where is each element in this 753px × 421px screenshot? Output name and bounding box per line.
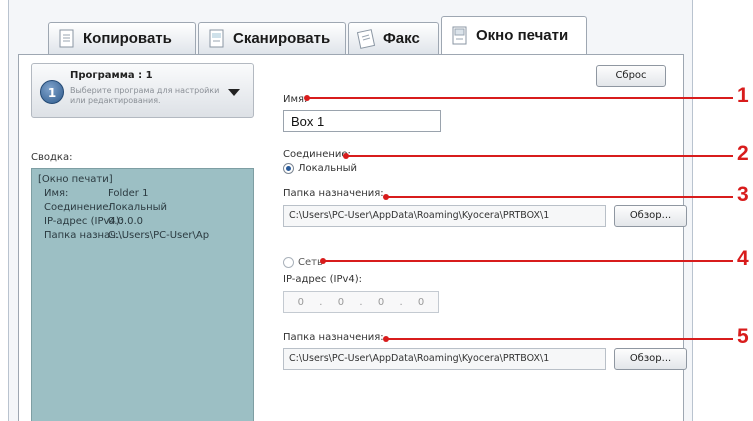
ip-address-label: IP-адрес (IPv4): xyxy=(283,274,363,285)
program-number-badge: 1 xyxy=(40,80,64,104)
summary-row: Соединение: Локальный xyxy=(38,201,247,215)
scan-icon xyxy=(207,28,227,50)
tab-copy-label: Копировать xyxy=(83,30,172,47)
fax-icon xyxy=(357,28,377,50)
callout-number-2: 2 xyxy=(737,142,749,165)
connection-label: Соединение: xyxy=(283,149,351,160)
tab-scan[interactable]: Сканировать xyxy=(198,22,346,54)
network-radio[interactable]: Сеть xyxy=(283,257,323,268)
callout-line-2 xyxy=(343,153,733,159)
summary-header: [Окно печати] xyxy=(38,174,113,185)
radio-unselected-icon[interactable] xyxy=(283,257,294,268)
summary-value: 0.0.0.0 xyxy=(108,216,143,227)
summary-row: IP-адрес (IPv4): 0.0.0.0 xyxy=(38,215,247,229)
summary-key: Имя: xyxy=(44,188,69,199)
callout-line-1 xyxy=(304,95,733,101)
print-box-icon xyxy=(450,25,470,47)
network-radio-label: Сеть xyxy=(298,257,323,268)
tab-print-box-label: Окно печати xyxy=(476,27,569,44)
ip-dot: . xyxy=(319,296,323,308)
local-radio[interactable]: Локальный xyxy=(283,163,357,174)
callout-line-5 xyxy=(383,336,733,342)
program-title: Программа : 1 xyxy=(70,70,153,81)
summary-row: Папка назнач... C:\Users\PC-User\Ap xyxy=(38,229,247,243)
callout-line-4 xyxy=(320,258,733,264)
local-radio-label: Локальный xyxy=(298,163,358,174)
dest-folder-label-network: Папка назначения: xyxy=(283,332,384,343)
tab-scan-label: Сканировать xyxy=(233,30,331,47)
ip-octet: 0 xyxy=(337,296,345,308)
content-panel: 1 Программа : 1 Выберите програма для на… xyxy=(18,54,687,421)
dest-folder-path-local[interactable]: C:\Users\PC-User\AppData\Roaming\Kyocera… xyxy=(283,205,606,227)
callout-number-5: 5 xyxy=(737,325,749,348)
summary-row: Имя: Folder 1 xyxy=(38,187,247,201)
callout-line-3 xyxy=(383,194,733,200)
tab-fax-label: Факс xyxy=(383,30,420,47)
callout-number-3: 3 xyxy=(737,183,749,206)
browse-button-network[interactable]: Обзор... xyxy=(614,348,687,370)
summary-value: Folder 1 xyxy=(108,188,149,199)
summary-key: Папка назнач... xyxy=(44,230,126,241)
summary-value: Локальный xyxy=(108,202,168,213)
summary-key: IP-адрес (IPv4): xyxy=(44,216,124,227)
program-selector[interactable]: 1 Программа : 1 Выберите програма для на… xyxy=(31,63,254,118)
ip-octet: 0 xyxy=(377,296,385,308)
callout-number-1: 1 xyxy=(737,84,749,107)
tab-print-box[interactable]: Окно печати xyxy=(441,16,587,54)
ip-dot: . xyxy=(359,296,363,308)
ip-address-field[interactable]: 0. 0. 0. 0 xyxy=(283,291,439,313)
summary-key: Соединение: xyxy=(44,202,112,213)
summary-panel: [Окно печати] Имя: Folder 1 Соединение: … xyxy=(31,168,254,421)
dest-folder-label-local: Папка назначения: xyxy=(283,188,384,199)
summary-label: Сводка: xyxy=(31,152,73,163)
reset-button[interactable]: Сброс xyxy=(596,65,666,87)
tab-copy[interactable]: Копировать xyxy=(48,22,196,54)
browse-button-local[interactable]: Обзор... xyxy=(614,205,687,227)
dropdown-arrow-icon[interactable] xyxy=(228,89,240,96)
tab-fax[interactable]: Факс xyxy=(348,22,439,54)
ip-octet: 0 xyxy=(417,296,425,308)
dest-folder-path-network[interactable]: C:\Users\PC-User\AppData\Roaming\Kyocera… xyxy=(283,348,606,370)
copy-icon xyxy=(57,28,77,50)
callout-number-4: 4 xyxy=(737,247,749,270)
ip-octet: 0 xyxy=(297,296,304,308)
ip-dot: . xyxy=(399,296,403,308)
program-hint: Выберите програма для настройки или реда… xyxy=(70,86,220,105)
name-field[interactable]: Box 1 xyxy=(283,110,441,132)
summary-value: C:\Users\PC-User\Ap xyxy=(108,230,210,241)
radio-selected-icon[interactable] xyxy=(283,163,294,174)
